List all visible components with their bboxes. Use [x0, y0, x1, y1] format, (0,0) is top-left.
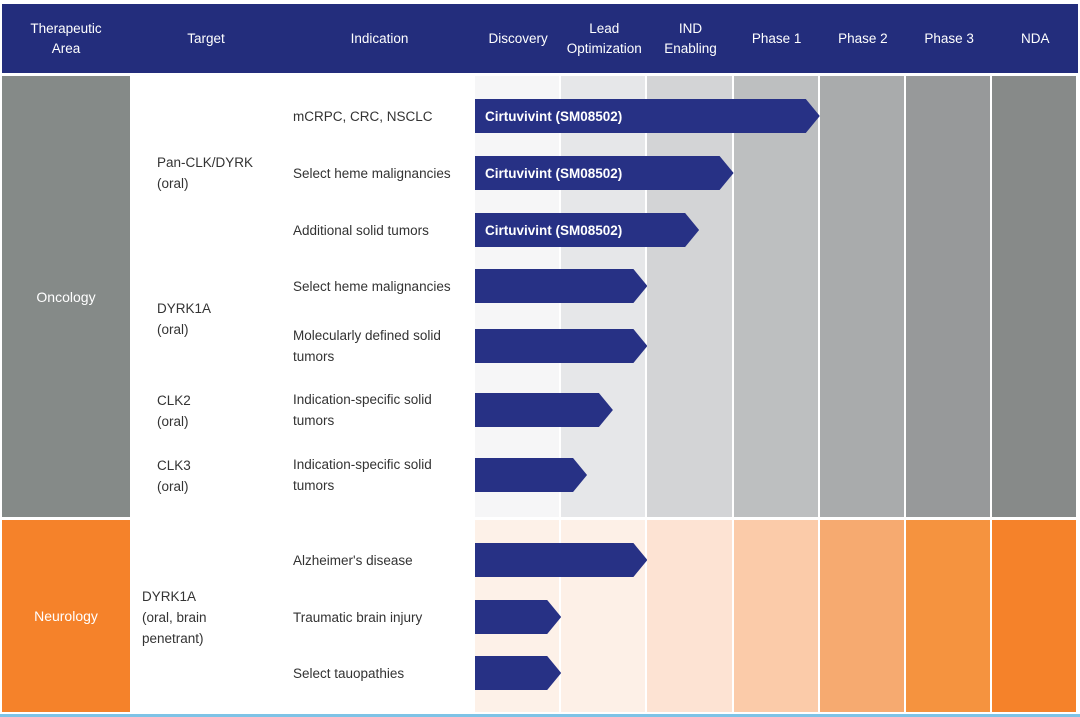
target-label: Pan-CLK/DYRK (oral) — [157, 155, 254, 191]
pipeline-bar: Cirtuvivint (SM08502) — [475, 156, 734, 190]
stage-column-neurology — [819, 520, 904, 712]
stage-column-neurology — [906, 520, 991, 712]
indication-label: Indication-specific solid tumors — [293, 392, 432, 428]
target-label: DYRK1A (oral, brain penetrant) — [142, 588, 207, 646]
stage-column-oncology — [733, 76, 818, 517]
header-phase-1: Phase 1 — [751, 30, 802, 46]
target-label: CLK2 (oral) — [157, 393, 191, 429]
pipeline-bar — [475, 269, 647, 303]
header-ind-enabling: IND Enabling — [664, 20, 717, 56]
area-oncology: Oncology — [2, 76, 130, 517]
pipeline-bar: Cirtuvivint (SM08502) — [475, 213, 699, 247]
indication-label: Select heme malignancies — [293, 165, 451, 181]
indication-label: Select heme malignancies — [293, 278, 451, 294]
pipeline-header: Therapeutic Area Target Indication Discover… — [2, 4, 1078, 73]
header-nda: NDA — [1021, 30, 1050, 46]
indication-label: Alzheimer's disease — [293, 552, 413, 568]
pipeline-bar: Cirtuvivint (SM08502) — [475, 99, 820, 133]
pipeline-bar — [475, 458, 587, 492]
indication-label: Select tauopathies — [293, 665, 405, 681]
stage-column-oncology — [906, 76, 991, 517]
indication-label: mCRPC, CRC, NSCLC — [293, 108, 433, 124]
stage-column-neurology — [647, 520, 732, 712]
header-indication: Indication — [350, 30, 409, 46]
header-target: Target — [187, 30, 225, 46]
header-discovery: Discovery — [488, 30, 548, 46]
stage-column-oncology — [992, 76, 1077, 517]
stage-column-neurology — [992, 520, 1077, 712]
header-lead-optimization: Lead Optimization — [566, 20, 642, 56]
area-neurology: Neurology — [2, 520, 130, 712]
indication-label: Indication-specific solid tumors — [293, 457, 432, 493]
indication-label: Traumatic brain injury — [293, 609, 423, 625]
target-label: CLK3 (oral) — [157, 458, 191, 494]
stage-column-oncology — [819, 76, 904, 517]
header-phase-2: Phase 2 — [838, 30, 888, 46]
header-phase-3: Phase 3 — [924, 30, 974, 46]
stage-column-oncology — [647, 76, 732, 517]
pipeline-bar — [475, 656, 561, 690]
indication-label: Additional solid tumors — [293, 222, 429, 238]
target-label: DYRK1A (oral) — [157, 301, 212, 337]
pipeline-bar — [475, 543, 647, 577]
indication-label: Molecularly defined solid tumors — [293, 328, 441, 364]
pipeline-bar — [475, 393, 613, 427]
pipeline-bar — [475, 600, 561, 634]
pipeline-bar — [475, 329, 647, 363]
header-therapeutic-area: Therapeutic Area — [30, 20, 102, 56]
stage-column-neurology — [733, 520, 818, 712]
